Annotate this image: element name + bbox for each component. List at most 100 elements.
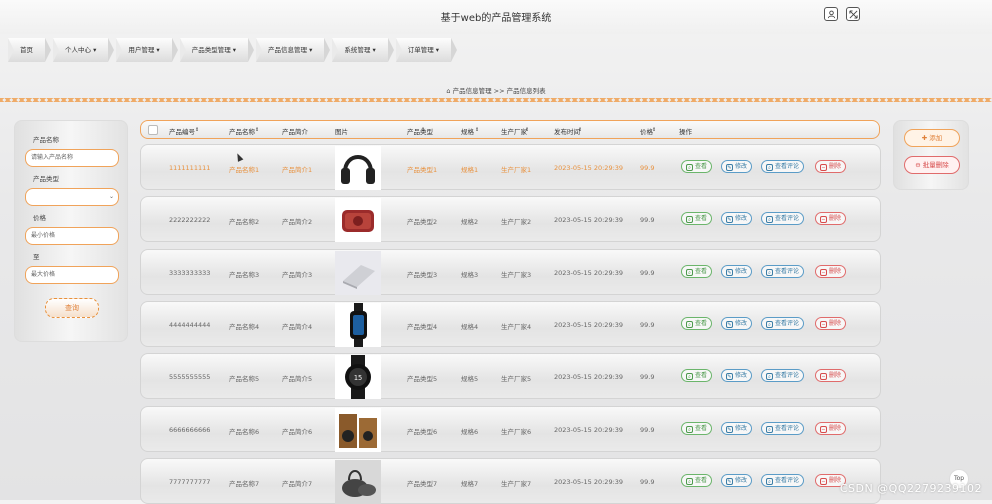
column-header[interactable]: 产品编号: [169, 126, 195, 136]
minus-icon: −: [820, 320, 827, 328]
edit-button[interactable]: ✎ 修改: [721, 473, 753, 487]
sort-icon[interactable]: ⇕: [578, 127, 582, 133]
fitness-band-image: [335, 302, 381, 347]
cell-time: 2023-05-15 20:29:39: [554, 268, 624, 277]
delete-button-label: 删除: [829, 267, 842, 275]
view-reviews-button[interactable]: ⌕ 查看评论: [761, 212, 805, 226]
cell-maker: 生产厂家1: [501, 166, 532, 174]
edit-button-label: 修改: [735, 319, 748, 327]
edit-button[interactable]: ✎ 修改: [721, 212, 753, 226]
edit-button[interactable]: ✎ 修改: [721, 316, 753, 330]
edit-button[interactable]: ✎ 修改: [721, 421, 753, 435]
column-header[interactable]: 产品名称: [229, 126, 255, 136]
nav-item-4[interactable]: 产品信息管理 ▾: [256, 38, 331, 62]
delete-button[interactable]: − 删除: [815, 264, 847, 278]
table-row[interactable]: 7777777777 产品名称7 产品简介7 产品类型7 规格7 生产厂家7 2023-05…: [140, 457, 881, 504]
table-row[interactable]: 1111111111 产品名称1 产品简介1 产品类型1 规格1 生产厂家1 2023-05…: [140, 144, 881, 190]
query-button[interactable]: 查询: [45, 298, 99, 318]
view-button[interactable]: ⌕ 查看: [681, 473, 713, 487]
nav-item-1[interactable]: 个人中心 ▾: [53, 38, 115, 62]
sort-icon[interactable]: ⇕: [525, 127, 529, 133]
view-button[interactable]: ⌕ 查看: [681, 264, 713, 278]
sort-icon[interactable]: ⇕: [475, 127, 479, 133]
search-icon: ⌕: [766, 164, 773, 171]
nav-item-0[interactable]: 首页: [8, 38, 51, 62]
sort-icon[interactable]: ⇕: [652, 127, 656, 133]
cell-intro: 产品简介3: [282, 270, 313, 279]
column-header[interactable]: 规格: [461, 126, 474, 136]
edit-button[interactable]: ✎ 修改: [721, 264, 753, 278]
sort-icon[interactable]: ⇕: [421, 127, 425, 133]
product-name-input[interactable]: 请输入产品名称: [25, 149, 119, 167]
table-row[interactable]: 5555555555 产品名称5 产品简介5 15 产品类型5 规格5 生产厂家5 2023-…: [140, 353, 881, 400]
delete-button[interactable]: − 删除: [815, 316, 847, 330]
edit-button-label: 修改: [735, 163, 748, 170]
edit-button-label: 修改: [735, 476, 748, 484]
table-row[interactable]: 6666666666 产品名称6 产品简介6 产品类型6 规格6 生产厂家6 2023-05…: [140, 405, 881, 452]
cell-name: 产品名称5: [229, 375, 260, 384]
view-reviews-button[interactable]: ⌕ 查看评论: [761, 369, 805, 383]
user-icon[interactable]: [824, 7, 838, 21]
cell-maker: 生产厂家5: [501, 375, 532, 384]
cell-price: 99.9: [640, 268, 655, 277]
delete-button-label: 删除: [829, 372, 842, 380]
view-button[interactable]: ⌕ 查看: [681, 212, 713, 226]
search-icon: ⌕: [766, 425, 773, 433]
view-reviews-button[interactable]: ⌕ 查看评论: [761, 473, 805, 487]
fullscreen-icon[interactable]: [846, 7, 860, 21]
search-icon: ⌕: [766, 268, 773, 276]
view-button[interactable]: ⌕ 查看: [681, 160, 713, 173]
minus-icon: −: [820, 216, 827, 224]
add-button[interactable]: ✚ 添加: [904, 129, 960, 147]
cell-price: 99.9: [640, 425, 655, 434]
home-icon[interactable]: ⌂: [446, 87, 450, 95]
cell-id: 4444444444: [169, 320, 211, 329]
nav-item-5[interactable]: 系统管理 ▾: [332, 38, 395, 62]
cell-intro: 产品简介6: [282, 427, 313, 436]
cell-type: 产品类型7: [407, 479, 438, 488]
sort-icon[interactable]: ⇕: [195, 127, 199, 133]
view-button[interactable]: ⌕ 查看: [681, 316, 713, 330]
delete-button[interactable]: − 删除: [815, 421, 847, 435]
min-price-input[interactable]: 最小价格: [25, 227, 119, 245]
edit-button[interactable]: ✎ 修改: [721, 369, 753, 383]
select-all-checkbox[interactable]: [148, 125, 158, 135]
nav-item-6[interactable]: 订单管理 ▾: [395, 38, 458, 62]
product-type-select[interactable]: ⌄: [25, 188, 119, 206]
cell-id: 7777777777: [169, 477, 211, 486]
nav-item-3[interactable]: 产品类型管理 ▾: [179, 38, 255, 62]
delete-button[interactable]: − 删除: [815, 369, 847, 383]
nav-item-2[interactable]: 用户管理 ▾: [116, 38, 179, 62]
delete-button[interactable]: − 删除: [815, 212, 847, 226]
batch-delete-button[interactable]: ⊖ 批量删除: [904, 156, 960, 174]
table-row[interactable]: 2222222222 产品名称2 产品简介2 产品类型2 规格2 生产厂家2 2023-05…: [140, 196, 881, 243]
view-reviews-button[interactable]: ⌕ 查看评论: [761, 421, 805, 435]
edit-button[interactable]: ✎ 修改: [721, 160, 753, 173]
table-row[interactable]: 3333333333 产品名称3 产品简介3 产品类型3 规格3 生产厂家3 2023-05…: [140, 248, 881, 295]
cell-spec: 规格3: [461, 270, 479, 279]
round-speaker-image: [335, 459, 381, 504]
view-reviews-button[interactable]: ⌕ 查看评论: [761, 160, 805, 173]
cell-name: 产品名称1: [229, 166, 260, 174]
view-reviews-button[interactable]: ⌕ 查看评论: [761, 264, 805, 278]
view-button[interactable]: ⌕ 查看: [681, 421, 713, 435]
edit-icon: ✎: [726, 268, 733, 276]
delete-button[interactable]: − 删除: [815, 160, 847, 173]
view-button[interactable]: ⌕ 查看: [681, 369, 713, 383]
column-header[interactable]: 产品类型: [407, 126, 433, 136]
sort-icon[interactable]: ⇕: [255, 127, 259, 133]
search-icon: ⌕: [686, 164, 693, 171]
cell-name: 产品名称7: [229, 479, 260, 488]
column-header[interactable]: 发布时间: [554, 126, 580, 136]
table-row[interactable]: 4444444444 产品名称4 产品简介4 产品类型4 规格4 生产厂家4 2023-05…: [140, 300, 881, 347]
search-icon: ⌕: [686, 268, 693, 276]
cell-maker: 生产厂家7: [501, 479, 532, 488]
delete-button-label: 删除: [829, 163, 842, 170]
breadcrumb: ⌂ 产品信息管理 >> 产品信息列表: [0, 85, 992, 95]
view-reviews-button[interactable]: ⌕ 查看评论: [761, 316, 805, 330]
column-header[interactable]: 生产厂家: [501, 126, 527, 136]
minus-icon: −: [820, 425, 827, 433]
cell-spec: 规格4: [461, 322, 479, 331]
view-button-label: 查看: [695, 163, 708, 170]
max-price-input[interactable]: 最大价格: [25, 266, 119, 284]
